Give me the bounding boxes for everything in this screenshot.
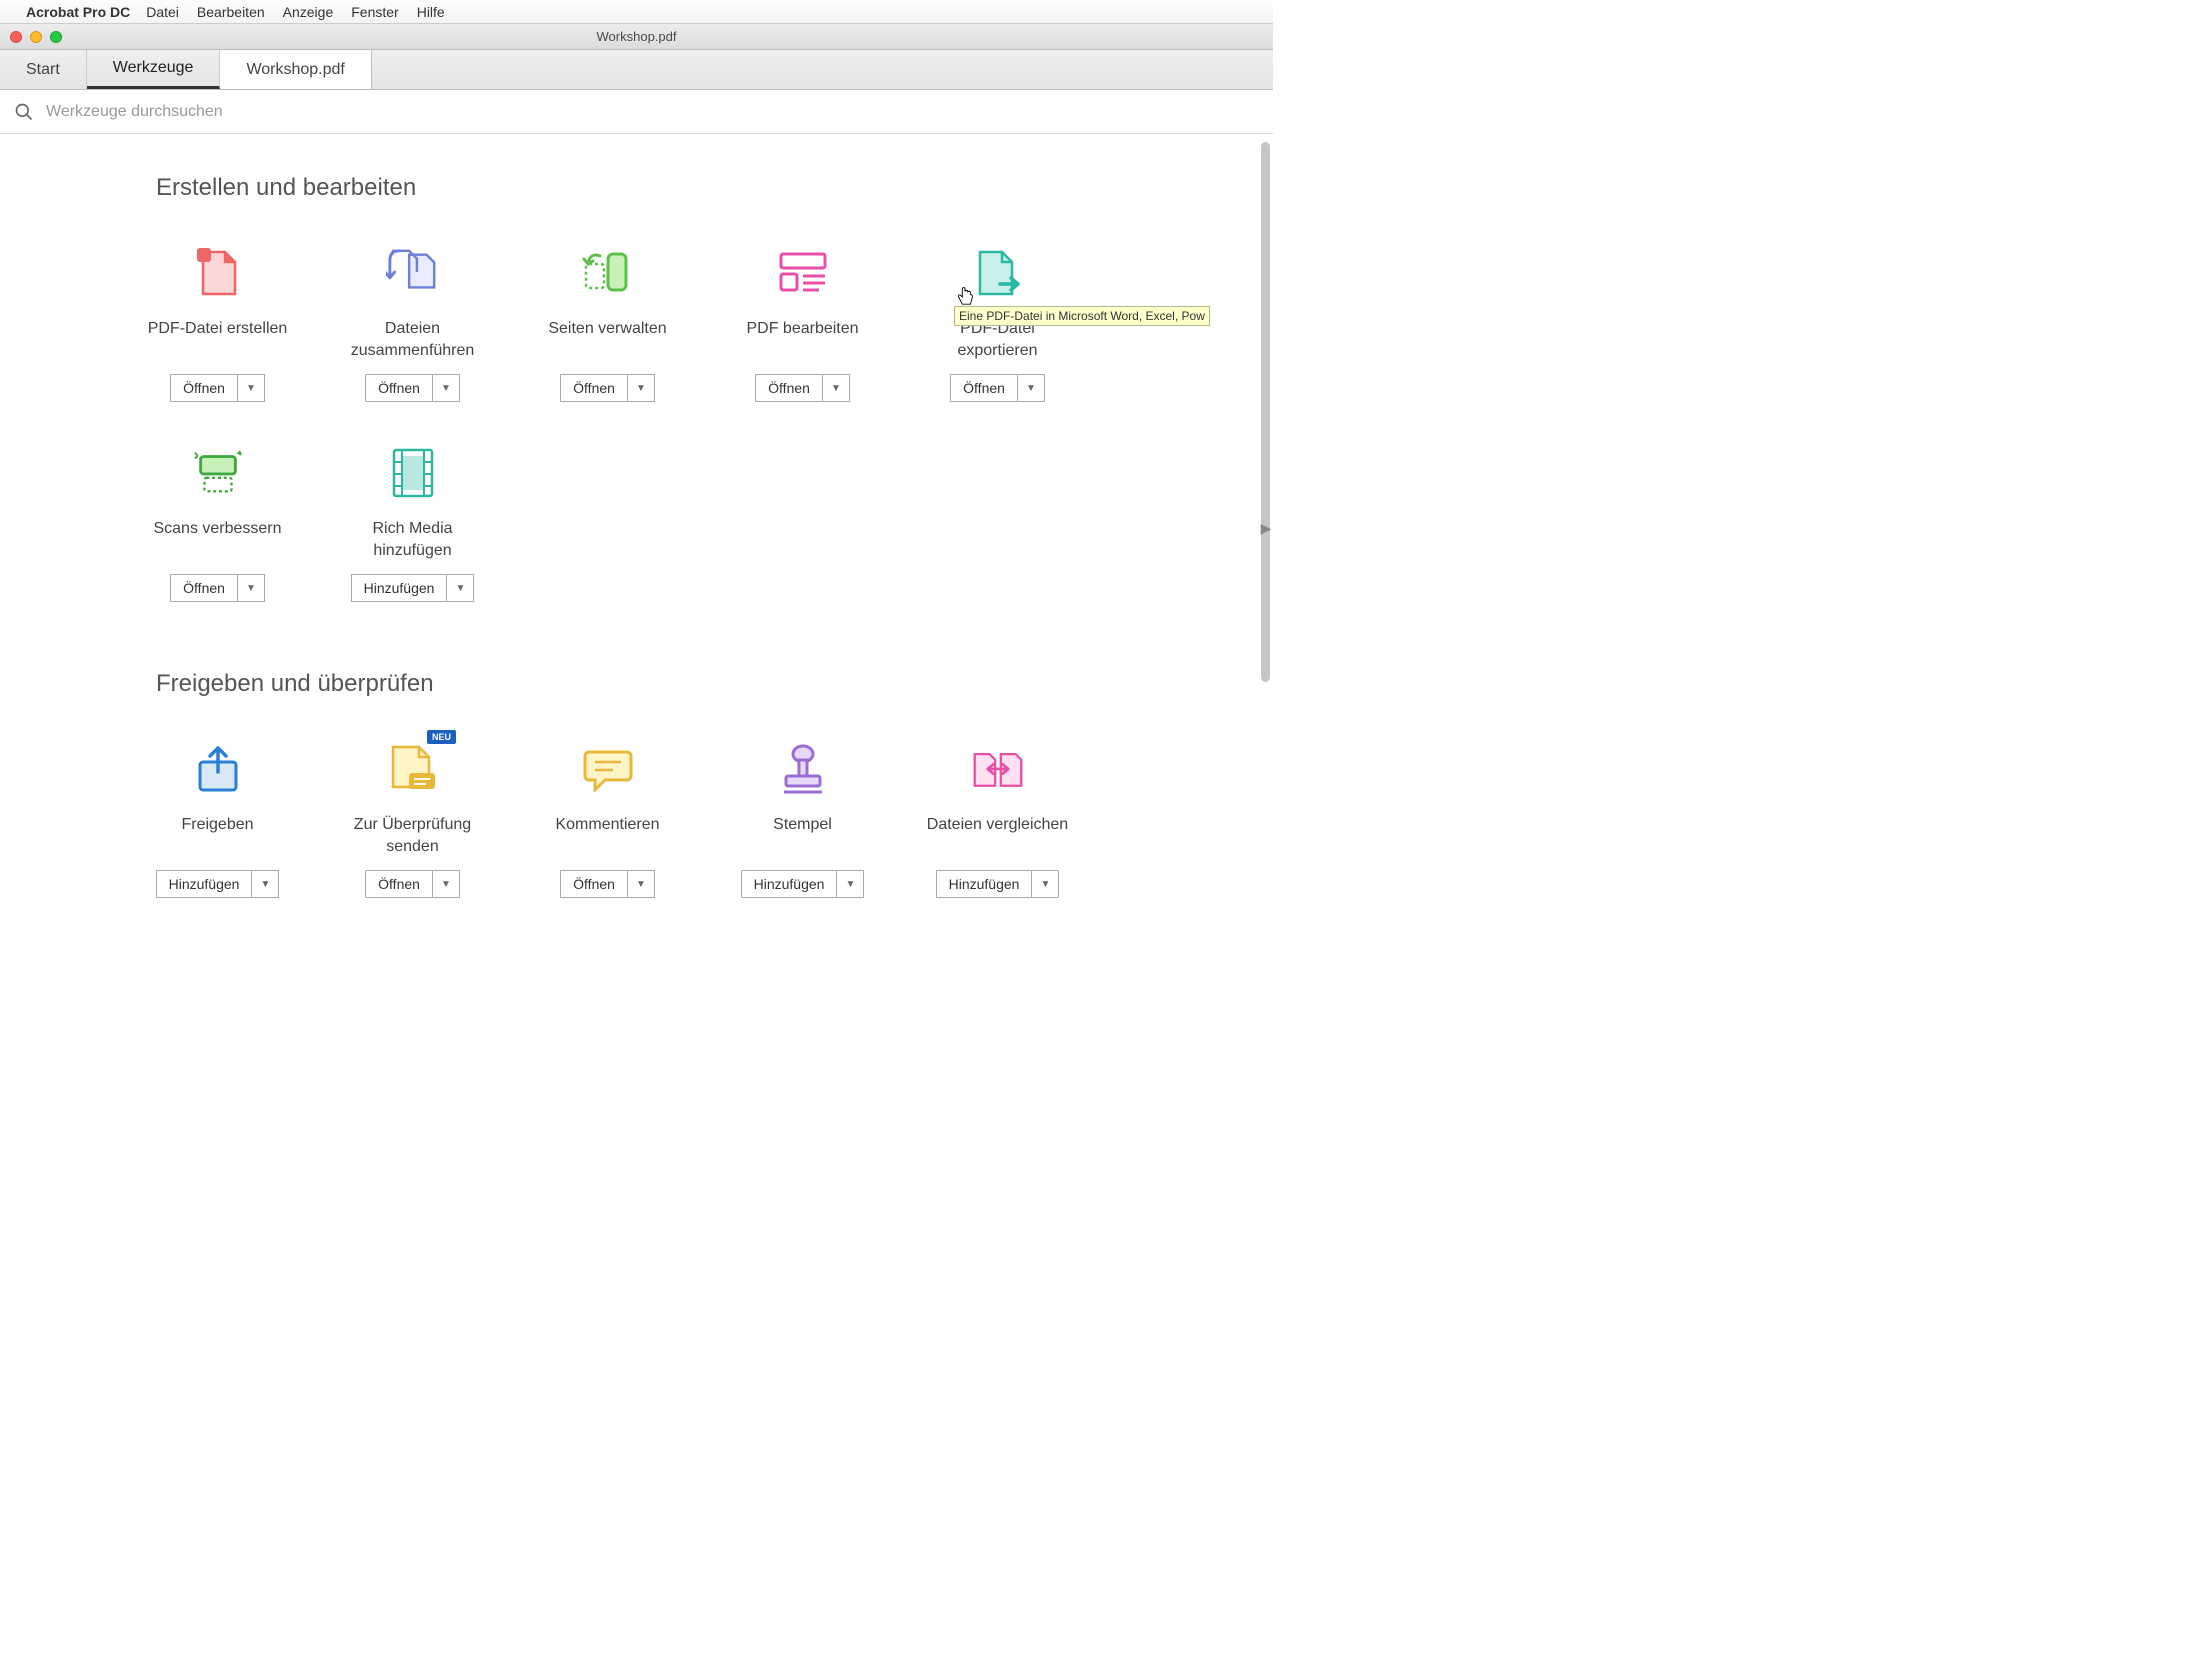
window-titlebar: Workshop.pdf — [0, 24, 1273, 50]
edit-pdf-icon — [776, 246, 830, 300]
export-pdf-tooltip: Eine PDF-Datei in Microsoft Word, Excel,… — [954, 306, 1210, 326]
tool-label: Zur Überprüfungsenden — [354, 814, 471, 858]
window-controls — [10, 31, 62, 43]
dropdown-button[interactable]: ▼ — [237, 374, 265, 402]
tool-label: Scans verbessern — [153, 518, 281, 562]
tool-rich-media[interactable]: Rich Mediahinzufügen Hinzufügen ▼ — [315, 440, 510, 640]
section-share-review-title: Freigeben und überprüfen — [156, 670, 1255, 698]
tool-label: Kommentieren — [555, 814, 659, 858]
enhance-scans-icon — [191, 446, 245, 500]
open-button[interactable]: Öffnen — [170, 374, 237, 402]
search-icon — [14, 102, 34, 122]
tool-stamp[interactable]: Stempel Hinzufügen ▼ — [705, 736, 900, 936]
menu-window[interactable]: Fenster — [351, 4, 398, 20]
menu-help[interactable]: Hilfe — [417, 4, 445, 20]
share-icon — [191, 742, 245, 796]
dropdown-button[interactable]: ▼ — [627, 374, 655, 402]
vertical-scrollbar[interactable] — [1261, 142, 1270, 682]
dropdown-button[interactable]: ▼ — [432, 870, 460, 898]
tools-search-input[interactable] — [46, 103, 646, 121]
new-badge: NEU — [427, 730, 456, 744]
tool-compare-files[interactable]: Dateien vergleichen Hinzufügen ▼ — [900, 736, 1095, 936]
dropdown-button[interactable]: ▼ — [1031, 870, 1059, 898]
dropdown-button[interactable]: ▼ — [627, 870, 655, 898]
tool-comment[interactable]: Kommentieren Öffnen ▼ — [510, 736, 705, 936]
tool-organize-pages[interactable]: Seiten verwalten Öffnen ▼ — [510, 240, 705, 440]
tab-tools[interactable]: Werkzeuge — [87, 50, 221, 89]
tool-label: Dateienzusammenführen — [351, 318, 475, 362]
cursor-hand-icon — [956, 286, 974, 308]
open-button[interactable]: Öffnen — [560, 870, 627, 898]
dropdown-button[interactable]: ▼ — [432, 374, 460, 402]
minimize-window-button[interactable] — [30, 31, 42, 43]
tool-send-for-review[interactable]: NEU Zur Überprüfungsenden Öffnen ▼ — [315, 736, 510, 936]
expand-panel-handle[interactable]: ▶ — [1257, 514, 1275, 542]
dropdown-button[interactable]: ▼ — [251, 870, 279, 898]
tools-search-bar — [0, 90, 1273, 134]
tab-start[interactable]: Start — [0, 50, 87, 89]
tool-share[interactable]: Freigeben Hinzufügen ▼ — [120, 736, 315, 936]
open-button[interactable]: Öffnen — [755, 374, 822, 402]
app-name[interactable]: Acrobat Pro DC — [26, 4, 130, 20]
tool-label: Seiten verwalten — [548, 318, 666, 362]
window-title: Workshop.pdf — [597, 29, 677, 44]
dropdown-button[interactable]: ▼ — [446, 574, 474, 602]
stamp-icon — [776, 742, 830, 796]
dropdown-button[interactable]: ▼ — [1017, 374, 1045, 402]
dropdown-button[interactable]: ▼ — [836, 870, 864, 898]
tool-edit-pdf[interactable]: PDF bearbeiten Öffnen ▼ — [705, 240, 900, 440]
tool-enhance-scans[interactable]: Scans verbessern Öffnen ▼ — [120, 440, 315, 640]
add-button[interactable]: Hinzufügen — [741, 870, 837, 898]
tab-document[interactable]: Workshop.pdf — [220, 50, 371, 89]
add-button[interactable]: Hinzufügen — [351, 574, 447, 602]
organize-pages-icon — [581, 246, 635, 300]
export-pdf-icon — [971, 246, 1025, 300]
tool-label: Freigeben — [181, 814, 253, 858]
tool-label: PDF-Datei erstellen — [148, 318, 288, 362]
tools-panel: Erstellen und bearbeiten PDF-Datei erste… — [0, 134, 1255, 960]
close-window-button[interactable] — [10, 31, 22, 43]
add-button[interactable]: Hinzufügen — [936, 870, 1032, 898]
section-create-edit-title: Erstellen und bearbeiten — [156, 174, 1255, 202]
tool-create-pdf[interactable]: PDF-Datei erstellen Öffnen ▼ — [120, 240, 315, 440]
tool-export-pdf[interactable]: PDF-Dateiexportieren Öffnen ▼ Eine PDF-D… — [900, 240, 1095, 440]
create-pdf-icon — [191, 246, 245, 300]
comment-icon — [581, 742, 635, 796]
menu-edit[interactable]: Bearbeiten — [197, 4, 265, 20]
tool-label: Rich Mediahinzufügen — [372, 518, 452, 562]
fullscreen-window-button[interactable] — [50, 31, 62, 43]
open-button[interactable]: Öffnen — [365, 870, 432, 898]
create-edit-grid: PDF-Datei erstellen Öffnen ▼ Dateienzusa… — [0, 240, 1255, 640]
combine-files-icon — [386, 246, 440, 300]
open-button[interactable]: Öffnen — [950, 374, 1017, 402]
add-button[interactable]: Hinzufügen — [156, 870, 252, 898]
dropdown-button[interactable]: ▼ — [822, 374, 850, 402]
share-review-grid: Freigeben Hinzufügen ▼ NEU Zur Überprüfu… — [0, 736, 1255, 936]
open-button[interactable]: Öffnen — [560, 374, 627, 402]
dropdown-button[interactable]: ▼ — [237, 574, 265, 602]
compare-files-icon — [971, 742, 1025, 796]
tool-label: PDF bearbeiten — [746, 318, 858, 362]
rich-media-icon — [386, 446, 440, 500]
open-button[interactable]: Öffnen — [170, 574, 237, 602]
macos-menubar: Acrobat Pro DC Datei Bearbeiten Anzeige … — [0, 0, 1273, 24]
menu-view[interactable]: Anzeige — [283, 4, 334, 20]
open-button[interactable]: Öffnen — [365, 374, 432, 402]
tool-label: Dateien vergleichen — [927, 814, 1068, 858]
tab-bar: Start Werkzeuge Workshop.pdf — [0, 50, 1273, 90]
send-review-icon — [386, 742, 440, 796]
tool-label: Stempel — [773, 814, 832, 858]
menu-file[interactable]: Datei — [146, 4, 179, 20]
tool-combine-files[interactable]: Dateienzusammenführen Öffnen ▼ — [315, 240, 510, 440]
